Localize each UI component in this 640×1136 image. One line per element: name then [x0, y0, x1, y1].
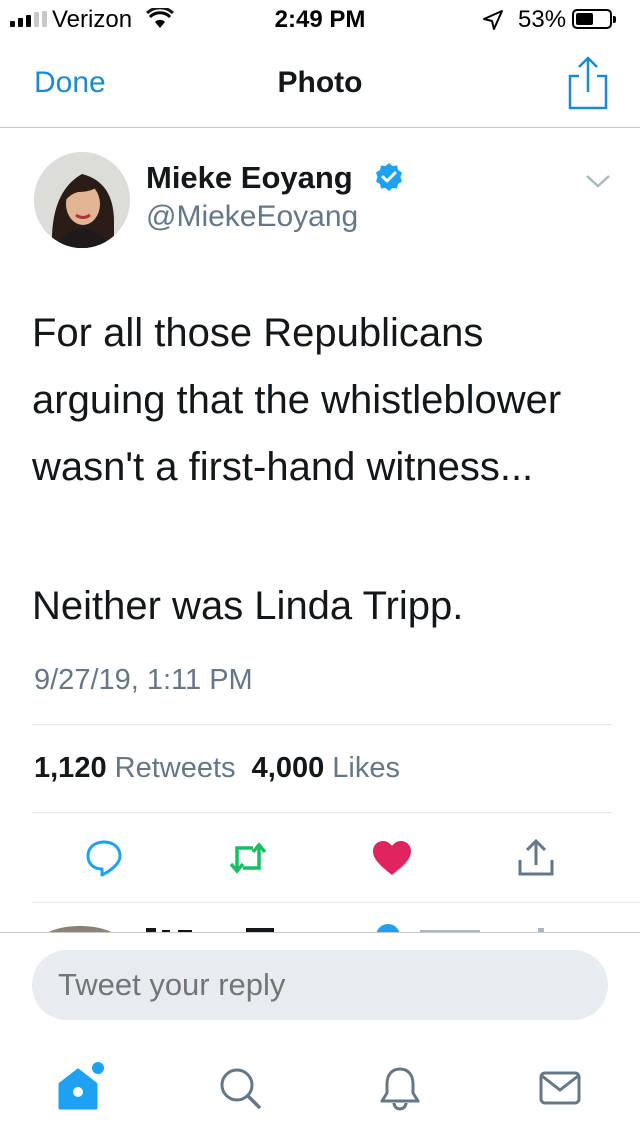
avatar[interactable]: [34, 152, 130, 248]
retweet-button[interactable]: [224, 834, 272, 882]
bell-icon: [380, 1067, 420, 1111]
share-tweet-button[interactable]: [512, 834, 560, 882]
battery-icon: [572, 9, 616, 29]
battery-percent: 53%: [518, 6, 567, 33]
retweet-icon: [229, 842, 267, 874]
mail-icon: [539, 1071, 581, 1105]
location-arrow-icon: [482, 9, 504, 38]
home-icon: [58, 1062, 104, 1110]
retweets-label[interactable]: Retweets: [115, 752, 236, 784]
tab-search[interactable]: [212, 1060, 268, 1116]
chevron-down-icon[interactable]: [584, 172, 612, 195]
like-button[interactable]: [368, 834, 416, 882]
status-bar: Verizon 2:49 PM 53%: [0, 0, 640, 40]
tweet-text: For all those Republicans arguing that t…: [32, 300, 612, 501]
divider: [32, 724, 612, 725]
divider: [32, 812, 612, 813]
tweet-paragraph: For all those Republicans arguing that t…: [32, 311, 562, 489]
reply-icon: [86, 840, 122, 877]
reply-input[interactable]: [32, 950, 608, 1020]
tab-notifications[interactable]: [372, 1060, 428, 1116]
tweet-paragraph: Neither was Linda Tripp.: [32, 584, 464, 628]
heart-icon: [373, 841, 411, 875]
likes-count[interactable]: 4,000: [252, 752, 325, 784]
retweets-count[interactable]: 1,120: [34, 752, 107, 784]
tweet-timestamp: 9/27/19, 1:11 PM: [34, 664, 253, 696]
tab-home[interactable]: [52, 1060, 108, 1116]
share-button[interactable]: [566, 56, 610, 115]
author-name[interactable]: Mieke Eoyang: [146, 160, 353, 196]
done-button[interactable]: Done: [34, 66, 106, 100]
likes-label[interactable]: Likes: [332, 752, 400, 784]
reply-button[interactable]: [80, 834, 128, 882]
search-icon: [220, 1068, 261, 1109]
share-icon: [568, 56, 608, 110]
author-handle[interactable]: @MiekeEoyang: [146, 200, 358, 234]
share-icon: [518, 838, 554, 876]
tab-messages[interactable]: [532, 1060, 588, 1116]
verified-badge-icon: [374, 162, 404, 197]
engagement-counts: 1,120 Retweets 4,000 Likes: [34, 752, 400, 785]
